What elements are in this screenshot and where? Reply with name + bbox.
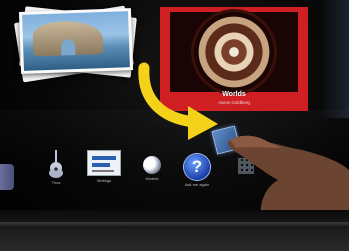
- photo-stack[interactable]: [13, 5, 138, 83]
- rock-arch-hole: [60, 39, 76, 56]
- touch-screen-scene: Worlds Aaron Goldberg Trios Writings Mod…: [0, 0, 349, 251]
- photo-card-front[interactable]: [18, 8, 134, 74]
- doc-line-1: [92, 156, 116, 160]
- doc-line-3: [92, 170, 114, 172]
- document-icon: [87, 150, 121, 176]
- dock-item-models[interactable]: Models: [132, 150, 172, 181]
- monitor-bezel: [0, 210, 349, 251]
- partial-icon: [0, 164, 14, 190]
- pointing-hand: [228, 135, 349, 222]
- help-icon: ?: [184, 154, 210, 180]
- dock-label-trios: Trios: [51, 180, 61, 185]
- dock-item-trios[interactable]: Trios: [36, 150, 76, 185]
- dock-label-models: Models: [145, 176, 159, 181]
- sea-arch-image: [22, 11, 130, 71]
- dock-item-ask-me-again[interactable]: ? Ask me again: [177, 150, 217, 187]
- doc-line-2: [92, 163, 110, 167]
- bezel-highlight: [0, 222, 349, 228]
- guitar-icon: [49, 150, 63, 178]
- dock-item-writings[interactable]: Writings: [84, 150, 124, 183]
- partial-tile-right[interactable]: [322, 0, 349, 118]
- dock-label-ask-me-again: Ask me again: [184, 182, 210, 187]
- moon-icon: [143, 156, 161, 174]
- dock-label-writings: Writings: [96, 178, 112, 183]
- curved-arrow-icon: [138, 62, 218, 140]
